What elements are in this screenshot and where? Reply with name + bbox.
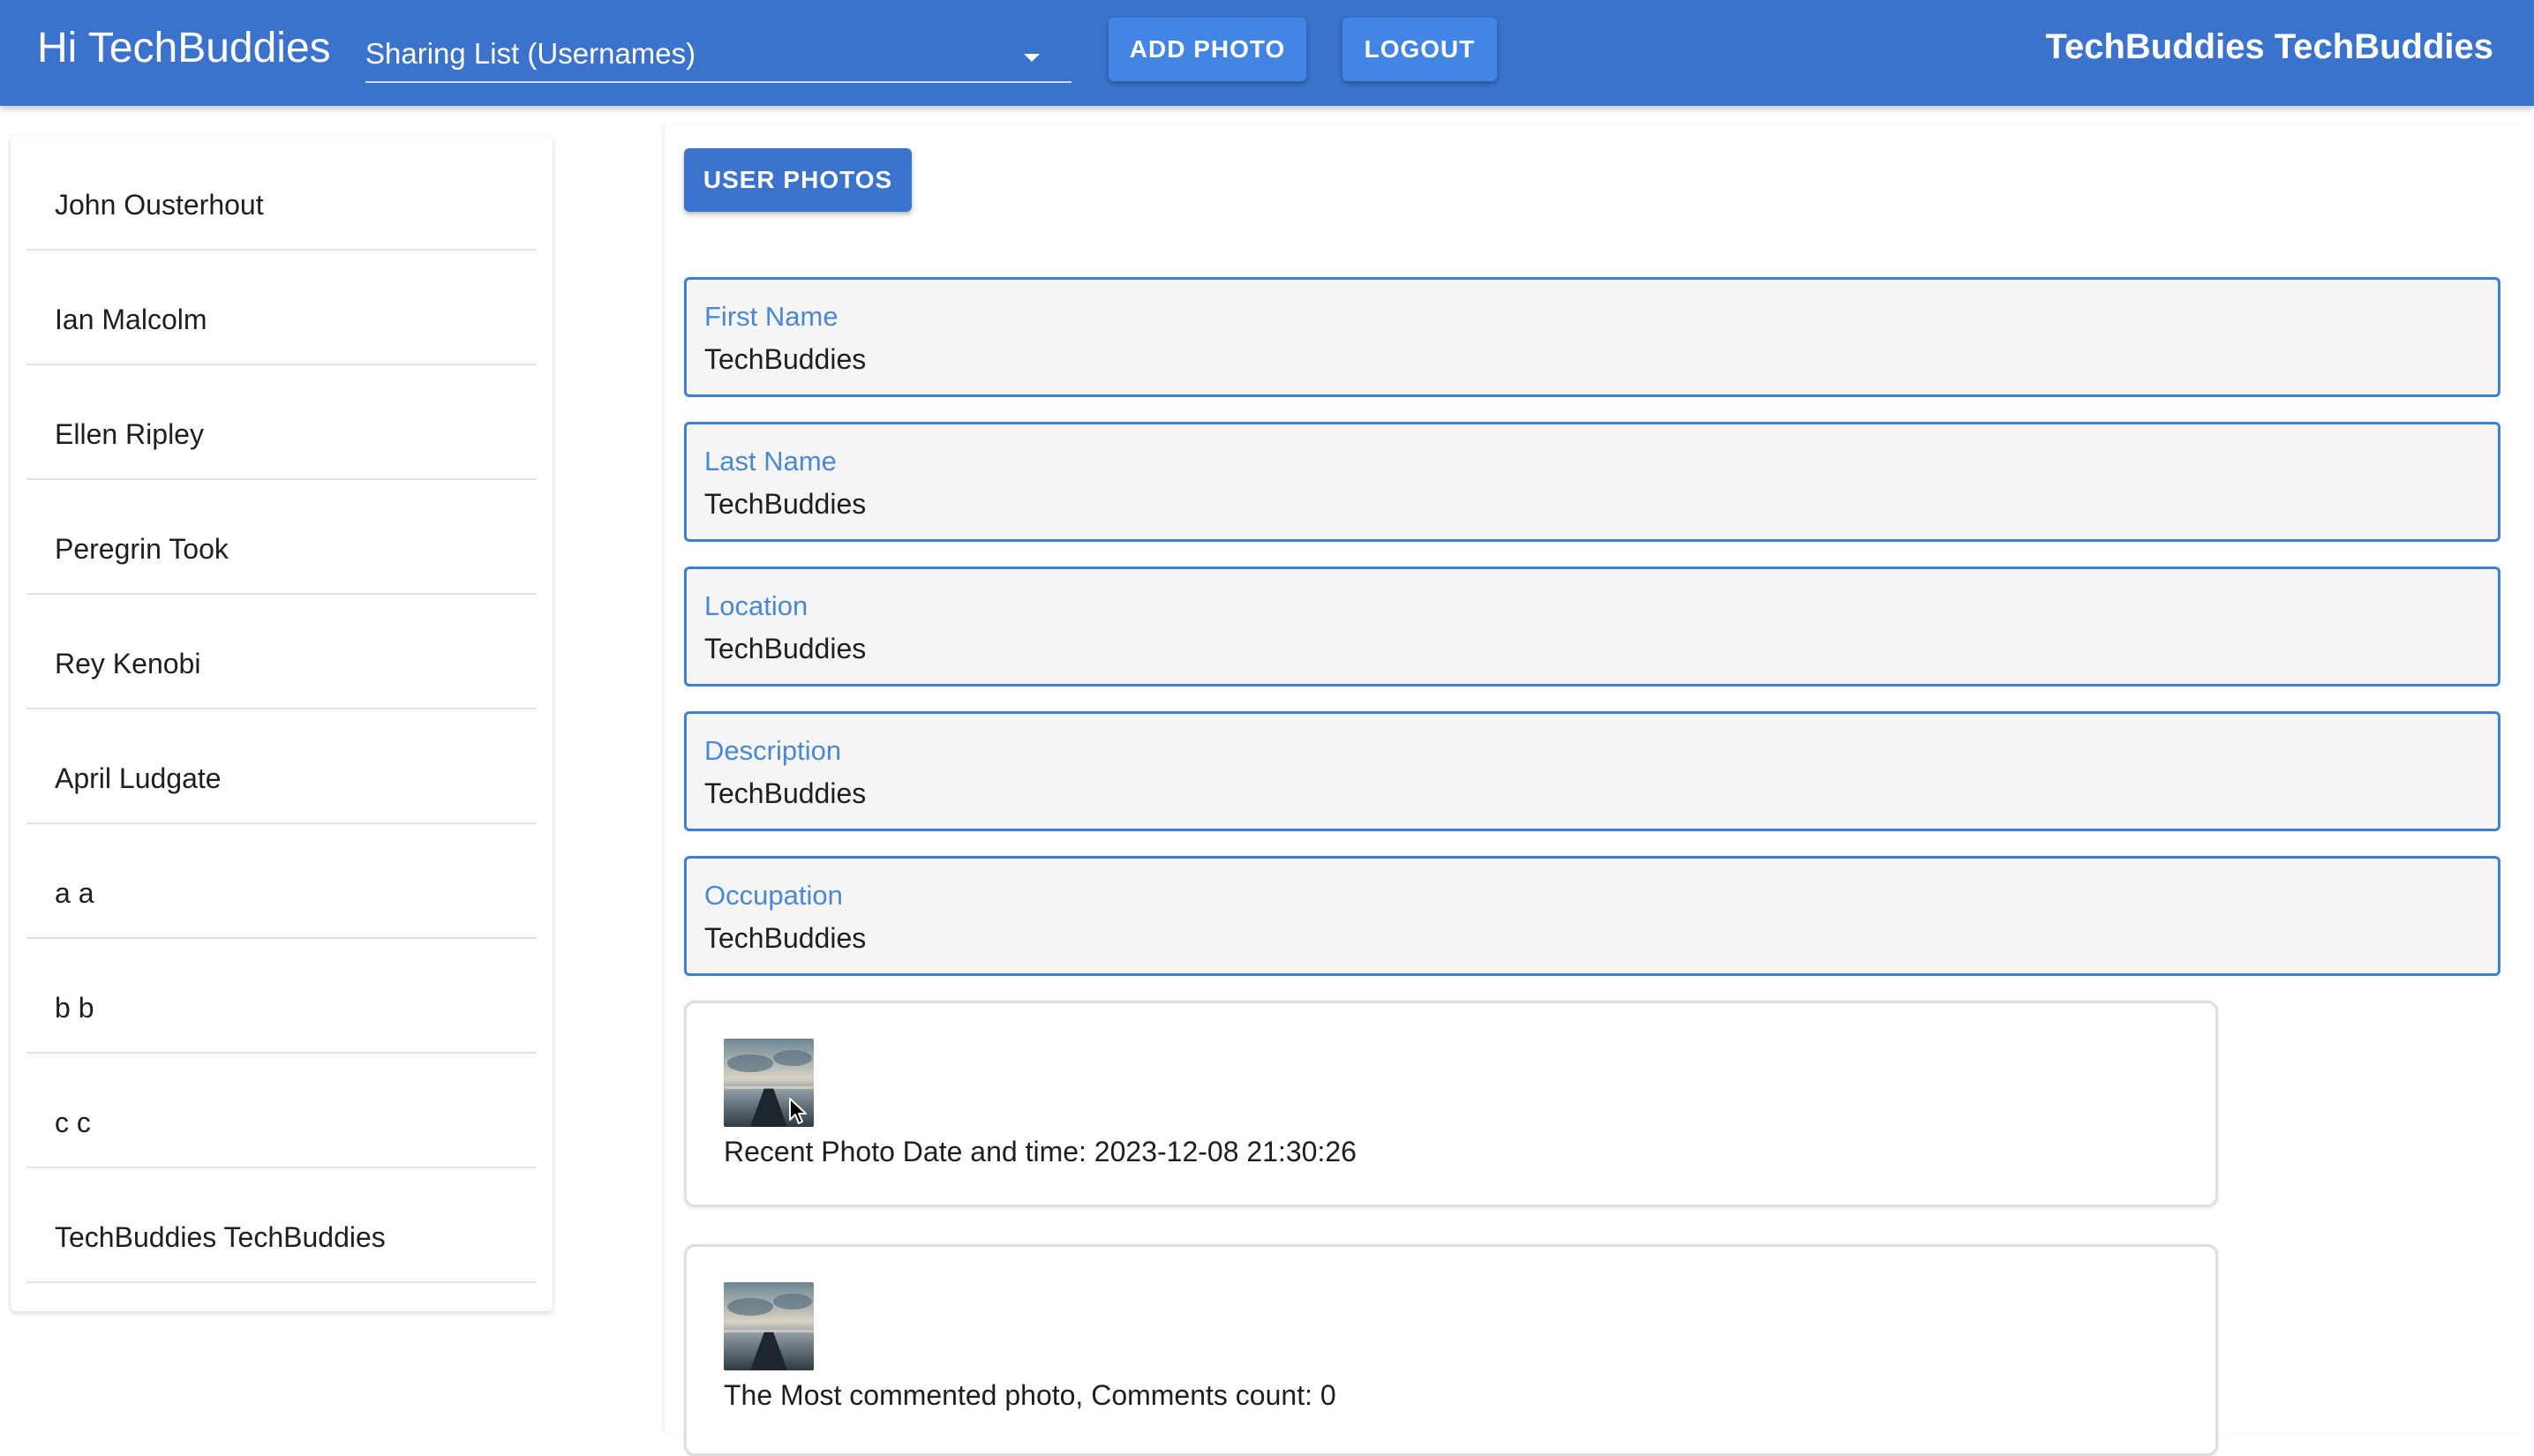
user-list-sidebar: John Ousterhout Ian Malcolm Ellen Ripley… [11, 136, 553, 1311]
user-list-item[interactable]: b b [26, 939, 537, 1054]
chevron-down-icon [1024, 54, 1040, 62]
user-list-item[interactable]: John Ousterhout [26, 136, 537, 251]
description-field[interactable]: Description TechBuddies [684, 711, 2500, 831]
user-name-label: Peregrin Took [55, 533, 229, 565]
app-bar: Hi TechBuddies Sharing List (Usernames) … [0, 0, 2534, 106]
user-list: John Ousterhout Ian Malcolm Ellen Ripley… [11, 136, 553, 1283]
user-name-label: c c [55, 1107, 91, 1138]
user-name-label: b b [55, 992, 94, 1024]
recent-photo-thumbnail[interactable] [724, 1039, 814, 1127]
field-label: First Name [704, 301, 838, 332]
sharing-list-value: Sharing List (Usernames) [365, 37, 696, 70]
user-name-label: Ian Malcolm [55, 304, 207, 335]
field-value[interactable]: TechBuddies [704, 488, 866, 521]
logged-in-user-name: TechBuddies TechBuddies [2045, 27, 2493, 66]
field-value[interactable]: TechBuddies [704, 343, 866, 376]
user-list-item[interactable]: a a [26, 824, 537, 939]
field-label: Last Name [704, 446, 837, 477]
user-list-item[interactable]: Rey Kenobi [26, 595, 537, 709]
recent-photo-caption: Recent Photo Date and time: 2023-12-08 2… [724, 1136, 1357, 1167]
user-detail-panel: USER PHOTOS First Name TechBuddies Last … [664, 125, 2522, 1456]
most-commented-photo-thumbnail[interactable] [724, 1282, 814, 1370]
field-label: Occupation [704, 880, 843, 911]
user-name-label: Ellen Ripley [55, 418, 204, 450]
last-name-field[interactable]: Last Name TechBuddies [684, 422, 2500, 542]
field-value[interactable]: TechBuddies [704, 922, 866, 955]
first-name-field[interactable]: First Name TechBuddies [684, 277, 2500, 397]
most-commented-photo-caption: The Most commented photo, Comments count… [724, 1379, 1336, 1411]
recent-photo-card: Recent Photo Date and time: 2023-12-08 2… [684, 1001, 2218, 1207]
field-label: Location [704, 590, 808, 621]
field-value[interactable]: TechBuddies [704, 777, 866, 810]
user-list-item[interactable]: c c [26, 1054, 537, 1168]
user-name-label: Rey Kenobi [55, 648, 201, 679]
sharing-list-select[interactable]: Sharing List (Usernames) [365, 26, 1071, 83]
occupation-field[interactable]: Occupation TechBuddies [684, 856, 2500, 976]
user-photos-button[interactable]: USER PHOTOS [684, 148, 912, 212]
user-list-item[interactable]: April Ludgate [26, 709, 537, 824]
user-list-item[interactable]: Peregrin Took [26, 480, 537, 595]
user-name-label: TechBuddies TechBuddies [55, 1221, 386, 1253]
user-name-label: a a [55, 877, 94, 909]
logout-button[interactable]: LOGOUT [1342, 18, 1497, 81]
photo-image [724, 1039, 814, 1127]
field-value[interactable]: TechBuddies [704, 633, 866, 665]
field-label: Description [704, 735, 842, 766]
greeting-title: Hi TechBuddies [37, 25, 331, 71]
add-photo-button[interactable]: ADD PHOTO [1109, 18, 1306, 81]
user-list-item[interactable]: Ian Malcolm [26, 251, 537, 365]
user-list-item[interactable]: TechBuddies TechBuddies [26, 1168, 537, 1283]
user-name-label: John Ousterhout [55, 189, 264, 221]
location-field[interactable]: Location TechBuddies [684, 567, 2500, 687]
user-name-label: April Ludgate [55, 762, 222, 794]
photo-image [724, 1282, 814, 1370]
most-commented-photo-card: The Most commented photo, Comments count… [684, 1244, 2218, 1456]
user-list-item[interactable]: Ellen Ripley [26, 365, 537, 480]
